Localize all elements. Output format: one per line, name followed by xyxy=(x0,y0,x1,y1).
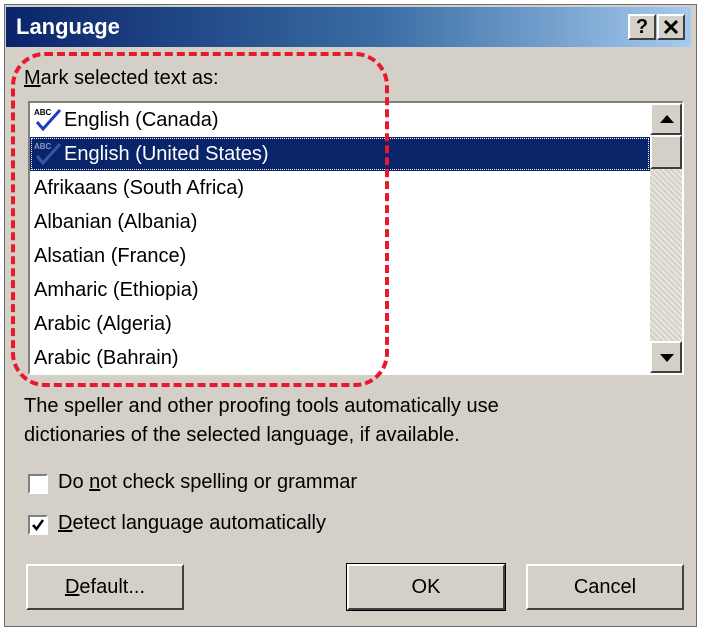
language-label: Amharic (Ethiopia) xyxy=(34,279,199,301)
language-item[interactable]: Arabic (Algeria) xyxy=(30,307,650,341)
language-item[interactable]: Arabic (Bahrain) xyxy=(30,341,650,373)
title-bar[interactable]: Language ? xyxy=(6,7,691,47)
mark-selected-label: Mark selected text as: xyxy=(24,67,219,89)
detect-language-checkbox[interactable] xyxy=(28,515,48,535)
close-button[interactable] xyxy=(657,14,685,40)
triangle-down-icon xyxy=(660,354,674,362)
language-item[interactable]: Albanian (Albania) xyxy=(30,205,650,239)
ok-button[interactable]: OK xyxy=(346,563,506,611)
language-label: Afrikaans (South Africa) xyxy=(34,177,245,199)
language-label: Arabic (Algeria) xyxy=(34,313,172,335)
scroll-thumb[interactable] xyxy=(650,135,682,169)
help-button[interactable]: ? xyxy=(628,14,656,40)
proofing-description: The speller and other proofing tools aut… xyxy=(24,392,499,450)
language-label: English (Canada) xyxy=(64,109,219,131)
language-item[interactable]: ABC English (Canada) xyxy=(30,103,650,137)
description-line-1: The speller and other proofing tools aut… xyxy=(24,395,499,417)
language-listbox[interactable]: ABC English (Canada) ABC English (United… xyxy=(28,101,684,375)
no-check-checkbox[interactable] xyxy=(28,474,48,494)
abc-spellcheck-icon: ABC xyxy=(34,108,62,131)
language-label: English (United States) xyxy=(64,143,269,165)
language-label: Alsatian (France) xyxy=(34,245,187,267)
language-item[interactable]: ABC English (United States) xyxy=(30,137,650,171)
scroll-down-button[interactable] xyxy=(650,341,682,373)
svg-text:ABC: ABC xyxy=(34,108,52,117)
language-item[interactable]: Afrikaans (South Africa) xyxy=(30,171,650,205)
triangle-up-icon xyxy=(660,115,674,123)
no-check-label[interactable]: Do not check spelling or grammar xyxy=(58,471,357,494)
scroll-up-button[interactable] xyxy=(650,103,682,135)
language-label: Arabic (Bahrain) xyxy=(34,347,179,369)
abc-spellcheck-icon: ABC xyxy=(34,142,62,165)
list-scrollbar[interactable] xyxy=(650,103,682,373)
close-icon xyxy=(663,19,679,35)
cancel-button[interactable]: Cancel xyxy=(526,564,684,610)
dialog-title: Language xyxy=(16,14,120,39)
language-item[interactable]: Amharic (Ethiopia) xyxy=(30,273,650,307)
detect-language-label[interactable]: Detect language automatically xyxy=(58,512,326,535)
language-item[interactable]: Alsatian (France) xyxy=(30,239,650,273)
language-list: ABC English (Canada) ABC English (United… xyxy=(30,103,650,373)
language-label: Albanian (Albania) xyxy=(34,211,198,233)
default-button[interactable]: Default... xyxy=(26,564,184,610)
svg-text:ABC: ABC xyxy=(34,142,52,151)
description-line-2: dictionaries of the selected language, i… xyxy=(24,424,460,446)
checkmark-icon xyxy=(32,519,45,532)
